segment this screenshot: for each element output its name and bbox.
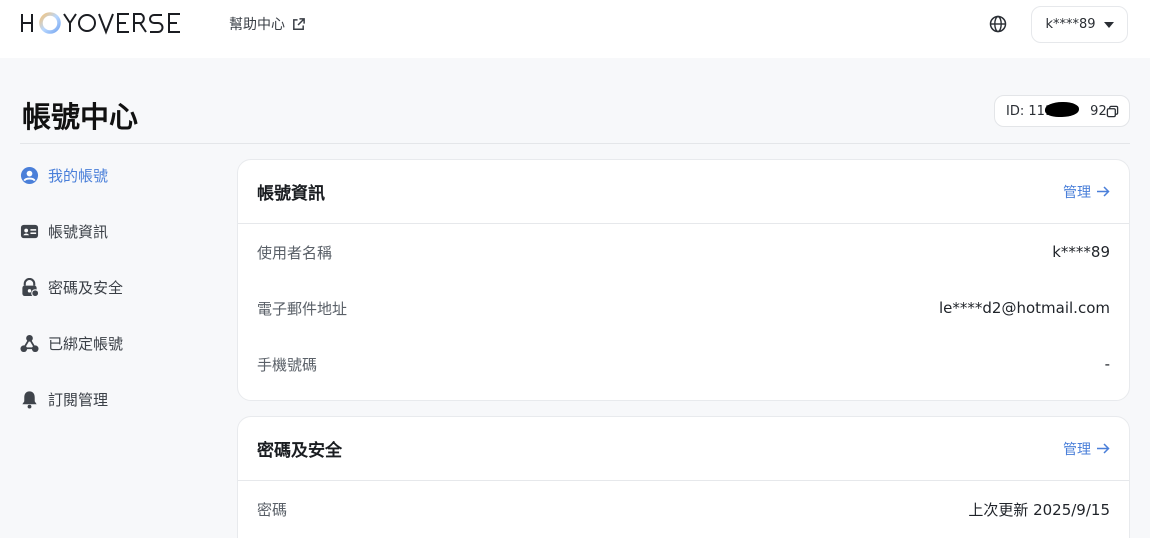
- row-label: 手機號碼: [257, 355, 318, 374]
- help-center-label: 幫助中心: [229, 17, 285, 33]
- sidebar-item-label: 訂閱管理: [48, 391, 109, 409]
- id-card-icon: [20, 224, 39, 239]
- sidebar-item-my-account[interactable]: 我的帳號: [20, 166, 123, 222]
- lock-icon: [22, 278, 39, 297]
- help-center-link[interactable]: 幫助中心: [229, 14, 306, 34]
- sidebar-item-password-security[interactable]: 密碼及安全: [20, 278, 123, 334]
- card-title: 密碼及安全: [257, 441, 342, 461]
- account-info-card: 帳號資訊 管理 使用者名稱 k****89 電子郵件地址 le****d2@ho…: [237, 159, 1130, 401]
- top-bar: HOYOVERSE 幫助中心 k****89: [0, 0, 1150, 58]
- title-divider: [20, 143, 1130, 144]
- sidebar-item-label: 我的帳號: [48, 167, 109, 185]
- manage-account-link[interactable]: 管理: [1063, 182, 1110, 202]
- sidebar-item-subscription[interactable]: 訂閱管理: [20, 390, 123, 446]
- user-menu-label: k****89: [1045, 17, 1096, 32]
- manage-security-link[interactable]: 管理: [1063, 439, 1110, 459]
- row-value: -: [1104, 355, 1110, 373]
- sidebar-item-label: 密碼及安全: [48, 279, 124, 297]
- sidebar-item-label: 已綁定帳號: [48, 335, 124, 353]
- manage-label: 管理: [1063, 441, 1091, 458]
- row-label: 使用者名稱: [257, 243, 333, 262]
- row-label: 電子郵件地址: [257, 299, 348, 318]
- row-label: 密碼: [257, 500, 288, 519]
- arrow-right-icon: [1097, 186, 1110, 197]
- globe-icon[interactable]: [988, 14, 1008, 34]
- info-row-password: 密碼 上次更新 2025/9/15: [238, 481, 1129, 537]
- row-value: 上次更新 2025/9/15: [968, 500, 1110, 519]
- arrow-right-icon: [1097, 443, 1110, 454]
- hoyoverse-logo[interactable]: HOYOVERSE: [20, 10, 182, 36]
- info-row-phone: 手機號碼 -: [238, 336, 1129, 392]
- bell-icon: [22, 391, 37, 409]
- row-value: k****89: [1052, 243, 1110, 261]
- row-value: le****d2@hotmail.com: [939, 299, 1110, 317]
- card-header: 帳號資訊 管理: [238, 160, 1129, 224]
- copy-icon[interactable]: [1106, 105, 1119, 118]
- manage-label: 管理: [1063, 184, 1091, 201]
- info-row-email: 電子郵件地址 le****d2@hotmail.com: [238, 280, 1129, 336]
- account-id-chip: ID: 111 92: [994, 95, 1130, 127]
- sidebar-item-linked-accounts[interactable]: 已綁定帳號: [20, 334, 123, 390]
- password-security-card: 密碼及安全 管理 密碼 上次更新 2025/9/15: [237, 416, 1130, 538]
- external-link-icon: [293, 17, 305, 30]
- sidebar-item-account-info[interactable]: 帳號資訊: [20, 222, 123, 278]
- sidebar-item-label: 帳號資訊: [48, 223, 109, 241]
- user-menu-button[interactable]: k****89: [1031, 6, 1128, 43]
- sidebar-nav: 我的帳號 帳號資訊 密碼及安全 已綁定帳號 訂閱管理: [20, 166, 123, 446]
- info-row-username: 使用者名稱 k****89: [238, 224, 1129, 280]
- logo-wordmark: [21, 12, 180, 35]
- redaction-mask: [1045, 102, 1079, 117]
- caret-down-icon: [1103, 21, 1114, 28]
- link-nodes-icon: [20, 334, 39, 353]
- card-header: 密碼及安全 管理: [238, 417, 1129, 481]
- user-circle-icon: [20, 166, 39, 185]
- page-title: 帳號中心: [22, 100, 139, 134]
- account-id-suffix: 92: [1090, 103, 1107, 119]
- card-title: 帳號資訊: [257, 184, 325, 204]
